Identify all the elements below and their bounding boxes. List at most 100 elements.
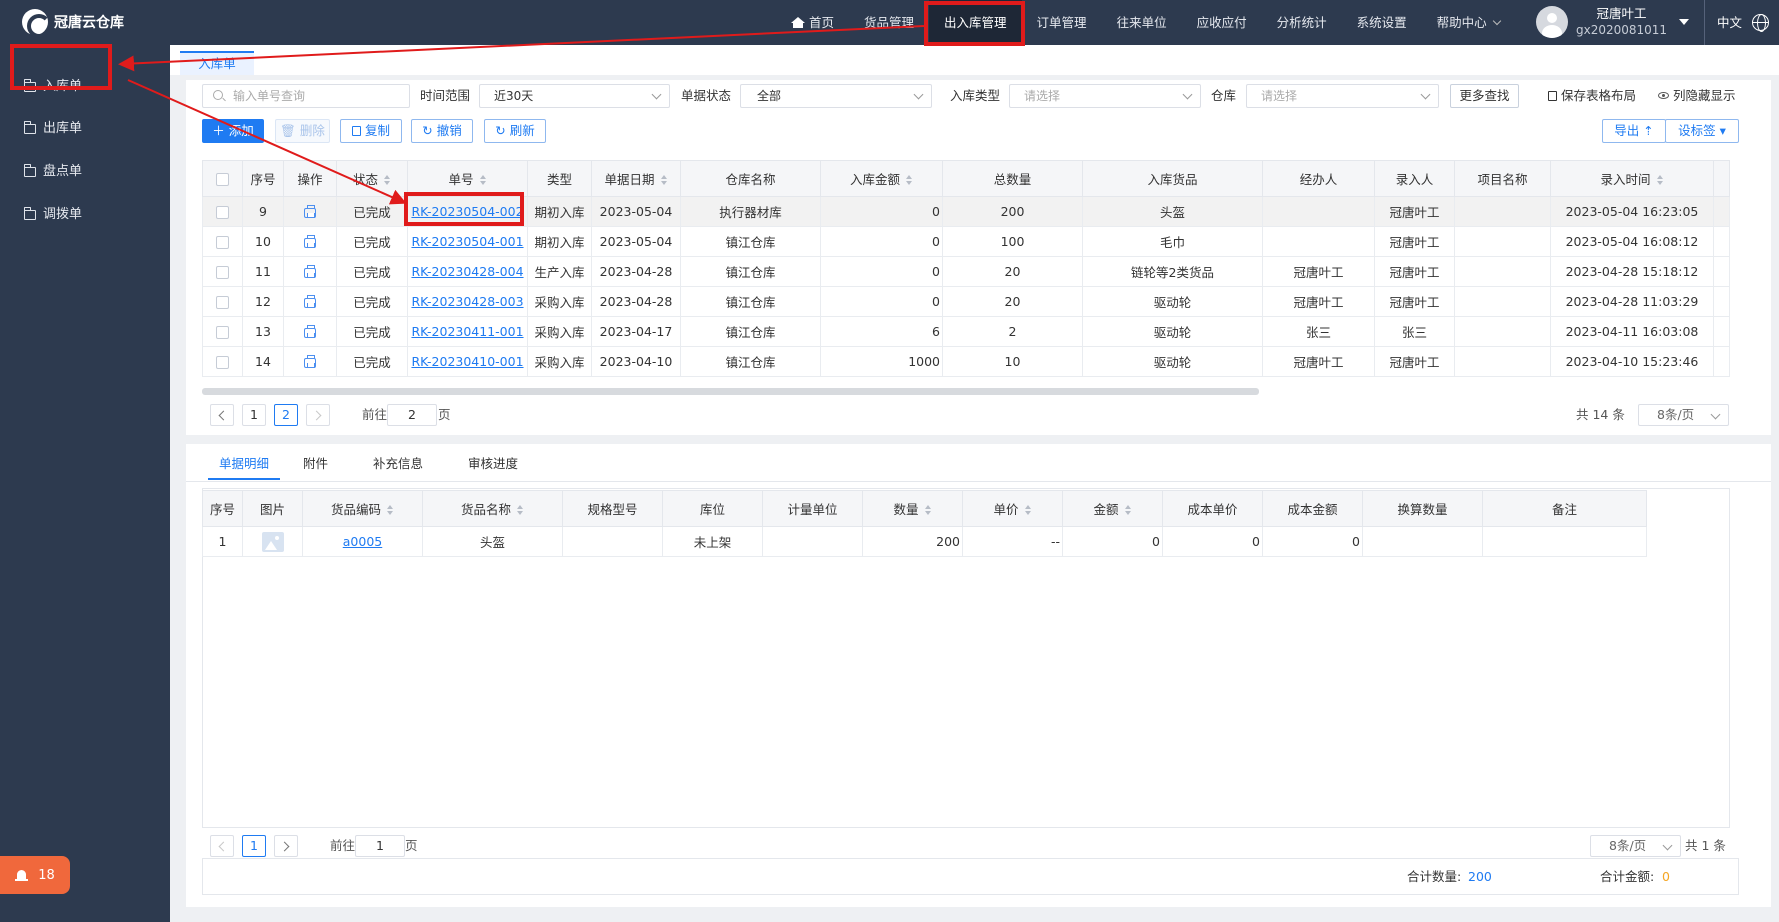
table-row[interactable]: 13 已完成 RK-20230411-001 采购入库 2023-04-17 镇… bbox=[202, 316, 1730, 347]
dcol-name[interactable]: 货品名称 bbox=[422, 490, 563, 527]
column-hide-link[interactable]: 列隐藏显示 bbox=[1658, 86, 1736, 106]
detail-goto-suffix: 页 bbox=[405, 838, 418, 853]
sort-icon[interactable] bbox=[924, 505, 932, 515]
globe-icon[interactable] bbox=[1752, 14, 1769, 32]
table-row[interactable]: 10 已完成 RK-20230504-001 期初入库 2023-05-04 镇… bbox=[202, 226, 1730, 257]
table-row[interactable]: 12 已完成 RK-20230428-003 采购入库 2023-04-28 镇… bbox=[202, 286, 1730, 317]
row-checkbox[interactable] bbox=[216, 236, 229, 249]
detail-goto-page-input[interactable]: 1 bbox=[355, 835, 405, 857]
sidebar-item-stocktake[interactable]: 盘点单 bbox=[0, 152, 170, 192]
sidebar-item-outbound[interactable]: 出库单 bbox=[0, 109, 170, 149]
print-icon[interactable] bbox=[304, 324, 316, 338]
sort-icon[interactable] bbox=[387, 505, 394, 515]
page-1-button[interactable]: 1 bbox=[242, 404, 266, 426]
row-checkbox[interactable] bbox=[216, 296, 229, 309]
image-placeholder-icon[interactable] bbox=[261, 531, 284, 552]
table-row[interactable]: 11 已完成 RK-20230428-004 生产入库 2023-04-28 镇… bbox=[202, 256, 1730, 287]
print-icon[interactable] bbox=[304, 264, 316, 278]
sort-icon[interactable] bbox=[517, 505, 524, 515]
print-icon[interactable] bbox=[304, 354, 316, 368]
language-switch[interactable]: 中文 bbox=[1704, 0, 1742, 45]
page-2-button[interactable]: 2 bbox=[274, 404, 298, 426]
doc-no-link[interactable]: RK-20230504-001 bbox=[411, 234, 523, 249]
goods-code-link[interactable]: a0005 bbox=[343, 534, 382, 549]
sort-icon[interactable] bbox=[1024, 505, 1032, 515]
add-button[interactable]: ＋ 添加 bbox=[202, 119, 264, 143]
chevron-down-icon bbox=[1420, 89, 1431, 100]
dcol-amount[interactable]: 金额 bbox=[1062, 490, 1163, 527]
sort-icon[interactable] bbox=[906, 175, 913, 185]
tab-extra-info[interactable]: 补充信息 bbox=[373, 448, 423, 480]
dcol-qty[interactable]: 数量 bbox=[862, 490, 963, 527]
summary-bar bbox=[202, 858, 1739, 895]
sort-icon[interactable] bbox=[660, 175, 668, 185]
tab-inbound[interactable]: 入库单 bbox=[180, 51, 254, 75]
print-icon[interactable] bbox=[304, 204, 316, 218]
sort-icon[interactable] bbox=[1124, 505, 1132, 515]
app-logo[interactable]: 冠唐云仓库 bbox=[22, 9, 124, 38]
more-search-button[interactable]: 更多查找 bbox=[1450, 84, 1519, 108]
doc-no-link[interactable]: RK-20230428-004 bbox=[411, 264, 523, 279]
sort-icon[interactable] bbox=[384, 175, 391, 185]
save-layout-link[interactable]: 保存表格布局 bbox=[1548, 86, 1636, 106]
time-range-select[interactable]: 近30天 bbox=[479, 84, 670, 108]
nav-goods[interactable]: 货品管理 bbox=[849, 0, 929, 45]
col-amount[interactable]: 入库金额 bbox=[820, 160, 943, 197]
user-menu[interactable]: 冠唐叶工 gx2020081011 bbox=[1536, 6, 1690, 38]
table-row[interactable]: 14 已完成 RK-20230410-001 采购入库 2023-04-10 镇… bbox=[202, 346, 1730, 377]
detail-row[interactable]: 1 a0005 头盔 未上架 200 -- 0 0 0 bbox=[202, 526, 1647, 557]
export-button[interactable]: 导出 ⇡ bbox=[1602, 119, 1666, 143]
tab-detail[interactable]: 单据明细 bbox=[208, 448, 280, 480]
refresh-button[interactable]: ↻ 刷新 bbox=[484, 119, 546, 143]
sidebar-item-transfer[interactable]: 调拨单 bbox=[0, 195, 170, 235]
dcol-price[interactable]: 单价 bbox=[962, 490, 1063, 527]
nav-settings[interactable]: 系统设置 bbox=[1342, 0, 1422, 45]
row-checkbox[interactable] bbox=[216, 356, 229, 369]
revoke-button[interactable]: ↻ 撤销 bbox=[411, 119, 473, 143]
nav-help[interactable]: 帮助中心 bbox=[1422, 0, 1515, 45]
main-nav: 首页 货品管理 出入库管理 订单管理 往来单位 应收应付 分析统计 系统设置 帮… bbox=[776, 0, 1515, 45]
alarm-badge-button[interactable]: 18 bbox=[0, 856, 70, 894]
dcol-code[interactable]: 货品编码 bbox=[302, 490, 423, 527]
status-select[interactable]: 全部 bbox=[740, 84, 932, 108]
tab-divider bbox=[186, 481, 1771, 482]
sort-icon[interactable] bbox=[1656, 175, 1664, 185]
tab-attachments[interactable]: 附件 bbox=[303, 448, 328, 480]
horizontal-scrollbar[interactable] bbox=[202, 388, 1259, 395]
nav-partners[interactable]: 往来单位 bbox=[1102, 0, 1182, 45]
detail-prev-page-button[interactable] bbox=[210, 835, 234, 857]
detail-page-size-select[interactable]: 8条/页 bbox=[1590, 835, 1681, 857]
nav-home[interactable]: 首页 bbox=[776, 0, 849, 45]
copy-button[interactable]: 复制 bbox=[340, 119, 402, 143]
page-size-select[interactable]: 8条/页 bbox=[1638, 404, 1729, 426]
caret-down-icon[interactable] bbox=[1679, 19, 1690, 25]
col-date[interactable]: 单据日期 bbox=[591, 160, 681, 197]
inbound-type-select[interactable]: 请选择 bbox=[1009, 84, 1201, 108]
detail-page-1-button[interactable]: 1 bbox=[242, 835, 266, 857]
print-icon[interactable] bbox=[304, 234, 316, 248]
set-label-button[interactable]: 设标签 ▾ bbox=[1665, 119, 1739, 143]
select-all-checkbox[interactable] bbox=[216, 173, 229, 186]
tab-audit-progress[interactable]: 审核进度 bbox=[468, 448, 518, 480]
detail-next-page-button[interactable] bbox=[274, 835, 298, 857]
doc-no-link[interactable]: RK-20230411-001 bbox=[411, 324, 523, 339]
goto-page-input[interactable]: 2 bbox=[387, 404, 437, 426]
prev-page-button[interactable] bbox=[210, 404, 234, 426]
col-status[interactable]: 状态 bbox=[336, 160, 408, 197]
next-page-button[interactable] bbox=[306, 404, 330, 426]
row-checkbox[interactable] bbox=[216, 266, 229, 279]
print-icon[interactable] bbox=[304, 294, 316, 308]
search-input[interactable]: 输入单号查询 bbox=[202, 84, 410, 108]
sort-icon[interactable] bbox=[479, 175, 487, 185]
col-time[interactable]: 录入时间 bbox=[1550, 160, 1714, 197]
nav-orders[interactable]: 订单管理 bbox=[1022, 0, 1102, 45]
delete-button[interactable]: 🗑 删除 bbox=[275, 119, 330, 143]
nav-receivables[interactable]: 应收应付 bbox=[1182, 0, 1262, 45]
doc-no-link[interactable]: RK-20230410-001 bbox=[411, 354, 523, 369]
row-checkbox[interactable] bbox=[216, 206, 229, 219]
doc-no-link[interactable]: RK-20230428-003 bbox=[411, 294, 523, 309]
row-checkbox[interactable] bbox=[216, 326, 229, 339]
warehouse-select[interactable]: 请选择 bbox=[1246, 84, 1439, 108]
chevron-down-icon bbox=[1662, 840, 1673, 851]
nav-analytics[interactable]: 分析统计 bbox=[1262, 0, 1342, 45]
